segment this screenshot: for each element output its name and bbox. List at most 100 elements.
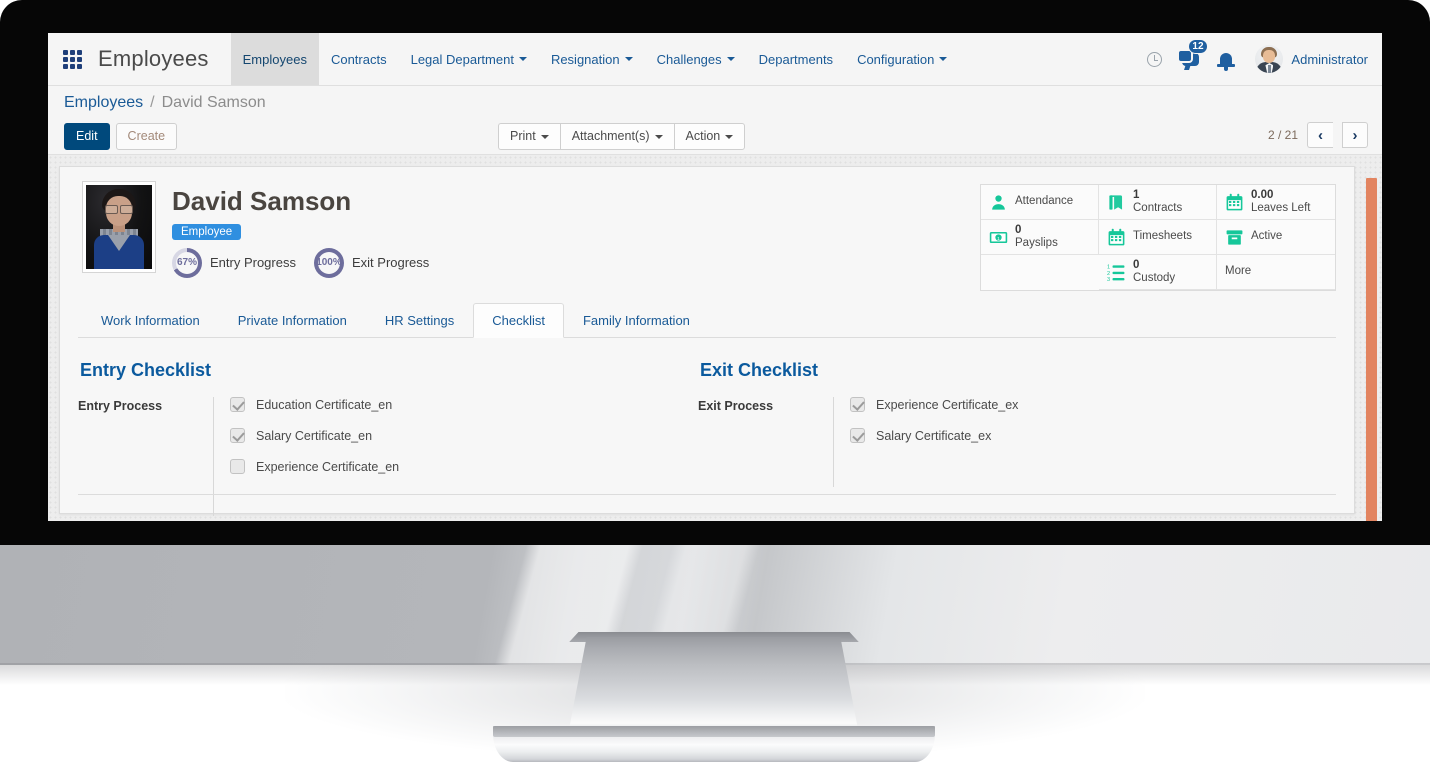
list-item: Experience Certificate_ex <box>850 397 1018 412</box>
stat-text: Attendance <box>1015 195 1073 208</box>
record-actions: Edit Create <box>64 123 178 150</box>
menu-item-challenges[interactable]: Challenges <box>645 33 747 85</box>
apps-menu-button[interactable] <box>48 33 96 85</box>
stat-text: 0 Custody <box>1133 259 1175 285</box>
checkbox-salary-certificate-ex[interactable] <box>850 428 865 443</box>
checkbox-education-certificate-en[interactable] <box>230 397 245 412</box>
notifications-button[interactable] <box>1215 48 1237 71</box>
entry-progress-label: Entry Progress <box>210 255 296 271</box>
stat-label: More <box>1225 265 1252 278</box>
status-badge: Employee <box>172 223 242 240</box>
user-menu[interactable]: Administrator <box>1251 45 1368 73</box>
entry-progress-ring: 67% <box>172 247 202 278</box>
chevron-down-icon <box>540 134 549 139</box>
menu-label: Employees <box>242 51 307 67</box>
vertical-scrollbar[interactable] <box>1366 178 1377 521</box>
attachments-button[interactable]: Attachment(s) <box>559 123 674 150</box>
stat-button-leaves-left[interactable]: 0.00 Leaves Left <box>1217 185 1335 220</box>
calendar-icon <box>1225 193 1244 212</box>
menu-item-departments[interactable]: Departments <box>747 33 845 85</box>
stat-button-payslips[interactable]: 1 0 Payslips <box>981 220 1099 255</box>
record-control-bar: Edit Create Print Attachment(s) Action 2… <box>48 120 1382 155</box>
grid-apps-icon <box>62 49 82 69</box>
list-item-label: Salary Certificate_ex <box>876 428 992 443</box>
employee-identity: David Samson Employee 67% Entry Progress <box>172 181 447 278</box>
bell-icon <box>1217 52 1236 71</box>
record-toolbar: Print Attachment(s) Action <box>498 123 746 150</box>
entry-process-label: Entry Process <box>78 399 163 413</box>
top-navbar: Employees Employees Contracts Legal Depa… <box>48 33 1382 86</box>
stat-value: 1 <box>1133 188 1140 201</box>
svg-text:1: 1 <box>997 235 1000 241</box>
exit-checklist-title: Exit Checklist <box>700 360 819 380</box>
breadcrumb-root[interactable]: Employees <box>64 94 143 112</box>
breadcrumb: Employees / David Samson <box>48 86 1382 120</box>
stat-text: 0.00 Leaves Left <box>1251 189 1310 215</box>
activity-clock-button[interactable] <box>1143 48 1165 70</box>
entry-checklist-items: Education Certificate_en Salary Certific… <box>213 397 399 516</box>
create-button[interactable]: Create <box>115 123 178 150</box>
list-item: Salary Certificate_ex <box>850 428 1018 443</box>
menu-item-contracts[interactable]: Contracts <box>319 33 399 85</box>
menu-item-resignation[interactable]: Resignation <box>539 33 645 85</box>
stat-buttons: Attendance 1 Contracts 0.00 Leaves Left … <box>980 184 1336 291</box>
employee-header: David Samson Employee 67% Entry Progress <box>78 181 1336 291</box>
stat-button-custody[interactable]: 123 0 Custody <box>1099 255 1217 290</box>
list-item-label: Experience Certificate_en <box>256 459 400 474</box>
exit-progress-ring: 100% <box>313 247 344 278</box>
chevron-down-icon <box>939 57 948 61</box>
form-background: David Samson Employee 67% Entry Progress <box>48 155 1382 521</box>
stat-value: 0 <box>1133 258 1140 271</box>
chevron-down-icon <box>624 57 633 61</box>
edit-button[interactable]: Edit <box>64 123 110 150</box>
menu-item-legal-department[interactable]: Legal Department <box>399 33 539 85</box>
menu-item-employees[interactable]: Employees <box>230 33 319 85</box>
tab-work-information[interactable]: Work Information <box>82 303 219 338</box>
stat-button-active[interactable]: Active <box>1217 220 1335 255</box>
menu-label: Challenges <box>656 51 722 67</box>
entry-process-row: Entry Process Education Certificate_en S… <box>78 397 698 516</box>
chat-bubble-icon <box>1176 48 1199 66</box>
action-button[interactable]: Action <box>673 123 746 150</box>
next-record-button[interactable]: › <box>1342 122 1368 148</box>
tab-hr-settings[interactable]: HR Settings <box>366 303 473 338</box>
menu-label: Legal Department <box>410 51 514 67</box>
monitor-base <box>493 726 935 762</box>
stat-button-attendance[interactable]: Attendance <box>981 185 1099 220</box>
tab-private-information[interactable]: Private Information <box>219 303 366 338</box>
app-screen: Employees Employees Contracts Legal Depa… <box>48 33 1382 521</box>
pager-count: 2 / 21 <box>1267 128 1298 142</box>
previous-record-button[interactable]: ‹ <box>1307 122 1333 148</box>
exit-checklist-section: Exit Checklist Exit Process Experience C… <box>698 360 1318 516</box>
navbar-right-tools: 12 Administrator <box>1143 33 1382 85</box>
tab-checklist[interactable]: Checklist <box>473 303 564 338</box>
menu-item-configuration[interactable]: Configuration <box>845 33 959 85</box>
checkbox-salary-certificate-en[interactable] <box>230 428 245 443</box>
messages-badge: 12 <box>1188 39 1208 54</box>
monitor-mockup: Employees Employees Contracts Legal Depa… <box>0 0 1430 766</box>
numbered-list-icon: 123 <box>1107 263 1126 282</box>
checkbox-experience-certificate-ex[interactable] <box>850 397 865 412</box>
exit-progress-label: Exit Progress <box>351 255 430 271</box>
svg-text:2: 2 <box>1107 270 1110 276</box>
employee-form-sheet: David Samson Employee 67% Entry Progress <box>59 166 1355 516</box>
print-label: Print <box>510 129 536 143</box>
messages-button[interactable]: 12 <box>1176 39 1208 70</box>
checkbox-experience-certificate-en[interactable] <box>230 459 245 474</box>
breadcrumb-current: David Samson <box>161 94 266 111</box>
form-tabs: Work Information Private Information HR … <box>78 303 1336 338</box>
progress-row: 67% Entry Progress 100% Exit Progress <box>172 247 447 278</box>
stat-label: Timesheets <box>1133 230 1193 243</box>
avatar <box>1255 45 1284 73</box>
stat-button-timesheets[interactable]: Timesheets <box>1099 220 1217 255</box>
stat-text: Timesheets <box>1133 230 1192 243</box>
stat-label: Attendance <box>1015 195 1074 208</box>
stat-button-more[interactable]: More <box>1217 255 1335 290</box>
tab-family-information[interactable]: Family Information <box>564 303 709 338</box>
print-button[interactable]: Print <box>498 123 560 150</box>
list-item-label: Salary Certificate_en <box>256 428 373 443</box>
employee-photo[interactable] <box>82 181 156 273</box>
menu-label: Contracts <box>330 51 387 67</box>
menu-label: Configuration <box>857 51 935 67</box>
stat-button-contracts[interactable]: 1 Contracts <box>1099 185 1217 220</box>
